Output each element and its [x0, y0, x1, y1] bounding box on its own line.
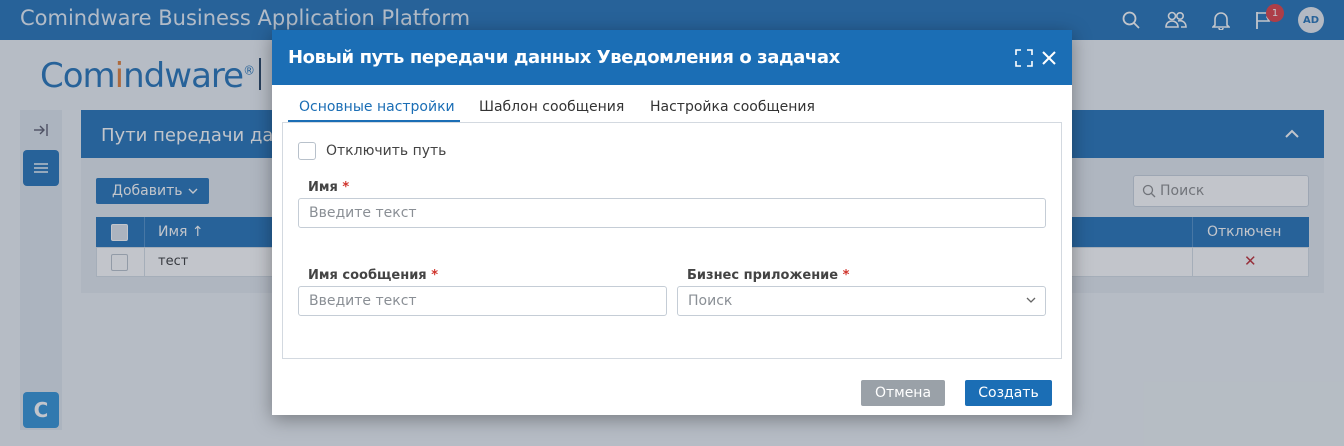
name-field[interactable]	[298, 198, 1046, 228]
close-icon[interactable]	[1038, 47, 1060, 69]
name-label: Имя *	[308, 180, 350, 195]
message-name-label: Имя сообщения *	[308, 268, 438, 283]
cancel-button[interactable]: Отмена	[861, 380, 945, 406]
create-button[interactable]: Создать	[965, 380, 1052, 406]
maximize-icon[interactable]	[1013, 47, 1035, 69]
disable-path-checkbox[interactable]	[298, 142, 316, 160]
dialog-title: Новый путь передачи данных Уведомления о…	[288, 47, 840, 68]
chevron-down-icon	[1026, 297, 1036, 303]
business-app-label: Бизнес приложение *	[687, 268, 850, 283]
disable-path-label[interactable]: Отключить путь	[326, 143, 446, 159]
tab-message-settings[interactable]: Настройка сообщения	[650, 88, 815, 126]
dialog-header: Новый путь передачи данных Уведомления о…	[272, 30, 1072, 85]
tab-message-template[interactable]: Шаблон сообщения	[479, 88, 624, 126]
new-data-path-dialog: Новый путь передачи данных Уведомления о…	[272, 30, 1072, 415]
business-app-select[interactable]: Поиск	[677, 286, 1046, 316]
message-name-field[interactable]	[298, 286, 667, 316]
